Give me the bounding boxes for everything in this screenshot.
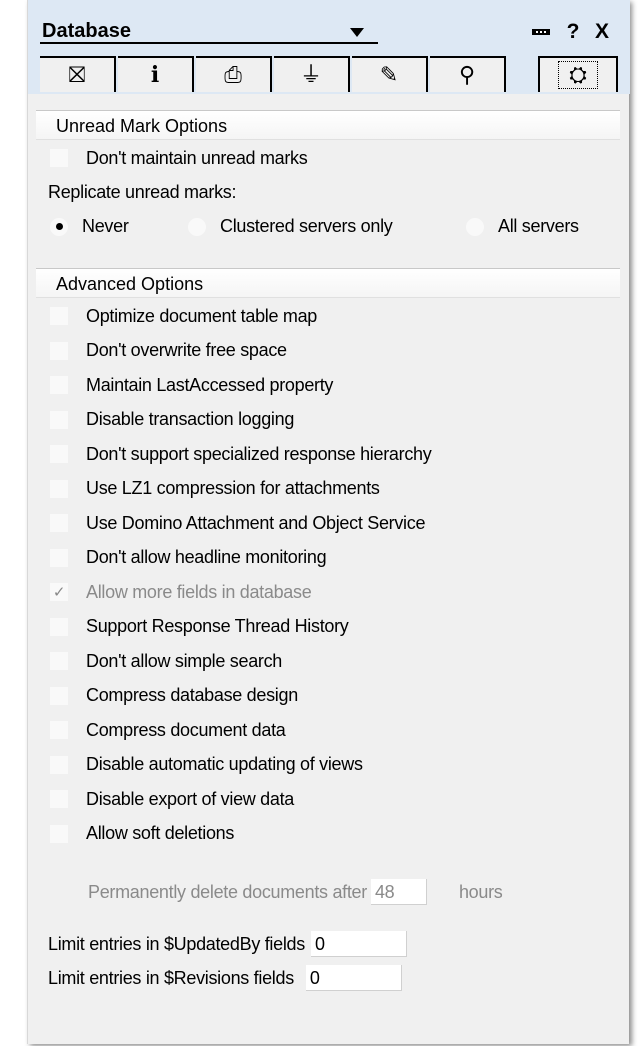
advanced-option-row[interactable]: Disable transaction logging [48, 406, 294, 434]
option-label: Don't allow headline monitoring [86, 547, 327, 567]
advanced-option-row[interactable]: Compress document data [48, 716, 286, 744]
dropdown-value: Database [42, 20, 131, 42]
tab-basics[interactable]: ⛝ [40, 56, 116, 92]
checkbox[interactable] [50, 755, 68, 774]
info-icon: i [150, 62, 160, 88]
option-label: Don't support specialized response hiera… [86, 443, 432, 464]
option-label: Disable transaction logging [86, 409, 295, 429]
checkbox[interactable] [50, 376, 68, 394]
checkbox-checked: ✓ [50, 583, 68, 601]
advanced-icon: ⛭ [558, 61, 598, 89]
advanced-tab-panel: Unread Mark Options Don't maintain unrea… [28, 94, 630, 1044]
advanced-option-row[interactable]: Don't support specialized response hiera… [48, 440, 432, 468]
advanced-option-row[interactable]: Don't overwrite free space [48, 337, 287, 365]
checkbox[interactable] [50, 149, 68, 167]
checkbox[interactable] [50, 686, 68, 705]
option-label: Don't maintain unread marks [86, 147, 308, 168]
option-label: Allow more fields in database [86, 581, 312, 602]
tab-print[interactable]: ⎙ [196, 56, 272, 92]
advanced-option-row: ✓ Allow more fields in database [48, 578, 312, 606]
option-label: Maintain LastAccessed property [86, 374, 334, 395]
radio-label: Clustered servers only [220, 216, 393, 236]
permanently-delete-label: Permanently delete documents after [88, 881, 367, 902]
option-label: Don't overwrite free space [86, 340, 287, 360]
permanently-delete-row: Permanently delete documents after 48 ho… [88, 878, 503, 906]
option-label: Disable export of view data [86, 788, 295, 809]
database-properties-dialog: Database ? X ⛝ i ⎙ ⏚ ✎ ⚲ ⛭ Unread Mark O… [27, 0, 630, 1044]
pin-icon[interactable] [530, 20, 552, 44]
option-label: Optimize document table map [86, 305, 318, 326]
delete-after-days-field[interactable]: 48 [370, 879, 427, 905]
advanced-option-row[interactable]: Use LZ1 compression for attachments [48, 475, 380, 503]
checkbox[interactable] [50, 548, 68, 567]
radio-button-selected[interactable] [50, 217, 68, 236]
revisions-limit-label: Limit entries in $Revisions fields [48, 967, 294, 988]
radio-all-servers[interactable]: All servers [466, 216, 579, 237]
radio-never[interactable]: Never [50, 216, 129, 237]
advanced-option-row[interactable]: Use Domino Attachment and Object Service [48, 509, 425, 537]
checkbox[interactable] [50, 652, 68, 670]
advanced-option-row[interactable]: Optimize document table map [48, 302, 317, 330]
option-label: Compress document data [86, 719, 286, 740]
radio-label: All servers [498, 216, 579, 236]
radio-button[interactable] [188, 217, 206, 236]
checkbox[interactable] [50, 445, 68, 463]
advanced-option-row[interactable]: Allow soft deletions [48, 820, 234, 848]
replicate-unread-marks-radio-group: Never Clustered servers only All servers [48, 216, 623, 244]
radio-button[interactable] [466, 217, 484, 236]
print-icon: ⎙ [224, 62, 242, 87]
tab-advanced[interactable]: ⛭ [538, 56, 618, 92]
design-icon: ⏚ [299, 62, 322, 87]
tab-info[interactable]: i [118, 56, 194, 92]
updatedby-limit-field[interactable]: 0 [310, 931, 407, 957]
advanced-option-row[interactable]: Don't allow simple search [48, 647, 282, 675]
radio-label: Never [82, 216, 129, 236]
advanced-option-row[interactable]: Maintain LastAccessed property [48, 371, 333, 399]
option-label: Compress database design [86, 685, 298, 705]
launch-icon: ✎ [379, 62, 399, 87]
option-label: Allow soft deletions [86, 823, 235, 843]
checkbox[interactable] [50, 479, 68, 498]
tab-launch[interactable]: ✎ [352, 56, 428, 92]
checkbox[interactable] [50, 341, 68, 360]
advanced-option-row[interactable]: Disable automatic updating of views [48, 751, 363, 779]
updatedby-limit-row: Limit entries in $UpdatedBy fields 0 [48, 930, 407, 958]
replicate-unread-marks-label: Replicate unread marks: [48, 182, 237, 202]
option-label: Use Domino Attachment and Object Service [86, 512, 426, 533]
updatedby-limit-label: Limit entries in $UpdatedBy fields [48, 933, 305, 954]
option-label: Support Response Thread History [86, 616, 349, 636]
unread-mark-options-header: Unread Mark Options [36, 110, 620, 140]
revisions-limit-row: Limit entries in $Revisions fields 0 [48, 964, 402, 992]
checkbox[interactable] [50, 514, 68, 532]
tab-full-text[interactable]: ⚲ [430, 56, 506, 92]
tab-design[interactable]: ⏚ [274, 56, 350, 92]
tab-strip: ⛝ i ⎙ ⏚ ✎ ⚲ ⛭ [28, 46, 630, 94]
close-button[interactable]: X [590, 20, 614, 44]
radio-clustered-servers-only[interactable]: Clustered servers only [188, 216, 393, 237]
option-label: Disable automatic updating of views [86, 754, 363, 774]
checkbox[interactable] [50, 410, 68, 429]
full-text-search-icon: ⚲ [458, 62, 476, 87]
checkbox[interactable] [50, 721, 68, 739]
checkbox[interactable] [50, 790, 68, 808]
checkbox[interactable] [50, 307, 68, 325]
revisions-limit-field[interactable]: 0 [305, 965, 402, 991]
dont-maintain-unread-marks-option[interactable]: Don't maintain unread marks [48, 144, 308, 172]
advanced-option-row[interactable]: Support Response Thread History [48, 613, 349, 641]
title-bar: Database ? X [28, 0, 630, 46]
option-label: Don't allow simple search [86, 650, 283, 671]
checkbox[interactable] [50, 617, 68, 636]
option-label: Use LZ1 compression for attachments [86, 478, 380, 498]
advanced-options-header: Advanced Options [36, 268, 620, 298]
database-basics-icon: ⛝ [68, 62, 86, 87]
checkbox[interactable] [50, 824, 68, 843]
hours-label: hours [458, 881, 503, 902]
help-button[interactable]: ? [563, 20, 583, 44]
properties-type-dropdown[interactable]: Database [40, 20, 378, 44]
advanced-option-row[interactable]: Don't allow headline monitoring [48, 544, 327, 572]
advanced-option-row[interactable]: Disable export of view data [48, 785, 294, 813]
chevron-down-icon [350, 28, 364, 37]
advanced-option-row[interactable]: Compress database design [48, 682, 298, 710]
